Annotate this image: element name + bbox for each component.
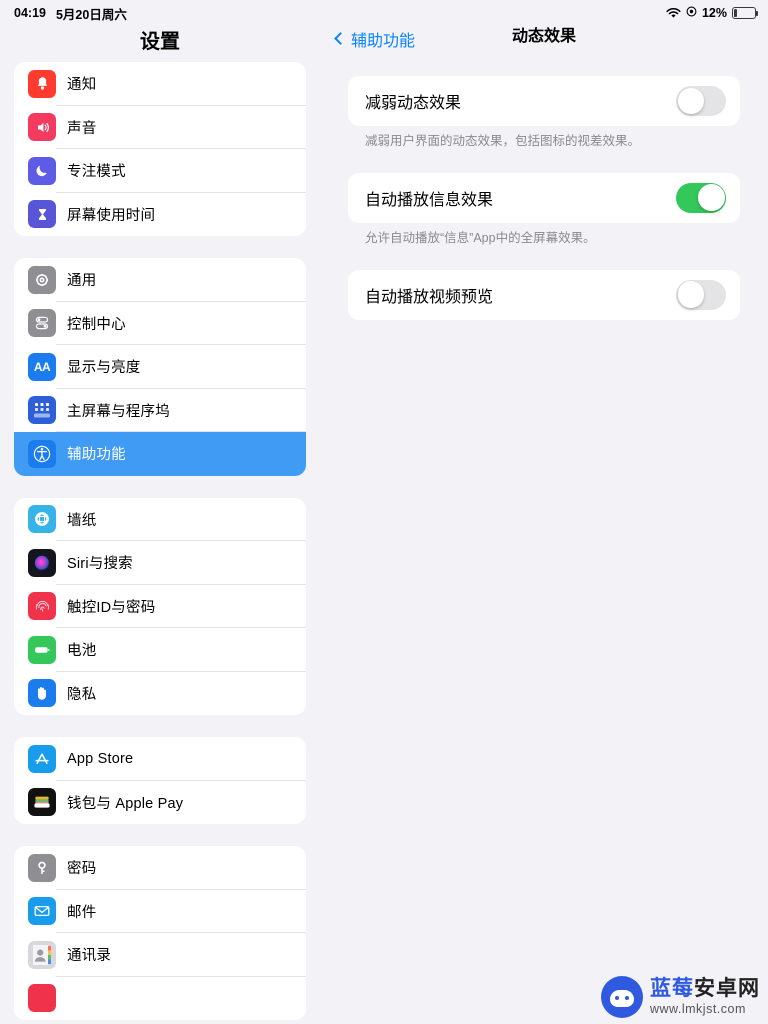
sidebar-group-notifications: 通知 声音 专注模式 屏幕使用时间 (14, 62, 306, 236)
sidebar-item-label: 钱包与 Apple Pay (67, 795, 184, 812)
back-button-label: 辅助功能 (351, 33, 416, 50)
sidebar-header: 设置 (0, 0, 320, 62)
watermark-url: www.lmkjst.com (650, 1002, 746, 1017)
setting-row-auto-play-message-effects[interactable]: 自动播放信息效果 (348, 173, 740, 223)
footnote-reduce-motion: 减弱用户界面的动态效果，包括图标的视差效果。 (365, 134, 641, 148)
sidebar-item-partial[interactable] (14, 977, 306, 1021)
sidebar-item-passwords[interactable]: 密码 (14, 846, 306, 890)
sidebar-item-label: 主屏幕与程序坞 (67, 403, 170, 420)
watermark-text: 蓝莓安卓网 www.lmkjst.com (650, 978, 760, 1016)
watermark: 蓝莓安卓网 www.lmkjst.com (601, 976, 760, 1018)
sidebar-item-label: 触控ID与密码 (67, 599, 156, 616)
sidebar-item-privacy[interactable]: 隐私 (14, 672, 306, 716)
back-button[interactable]: 辅助功能 (334, 27, 416, 51)
sidebar-item-home-screen[interactable]: 主屏幕与程序坞 (14, 389, 306, 433)
sidebar-item-label: 声音 (67, 120, 97, 137)
ipad-settings-screen: 04:19 5月20日周六 12% 设置 通知 声音 专注模式 屏幕使用时间 通… (0, 0, 768, 1024)
mail-envelope-icon (28, 897, 56, 926)
calendar-red-icon (28, 984, 56, 1013)
setting-row-auto-play-video-previews[interactable]: 自动播放视频预览 (348, 270, 740, 320)
toggle-knob (698, 184, 725, 211)
fingerprint-icon (28, 592, 56, 621)
toggle-auto-play-video-previews[interactable] (676, 279, 726, 310)
page-title: 设置 (140, 31, 180, 53)
sidebar-item-siri[interactable]: Siri与搜索 (14, 541, 306, 585)
setting-card-auto-play-message-effects: 自动播放信息效果 (348, 172, 740, 223)
appstore-icon (28, 744, 56, 773)
sidebar-item-appstore[interactable]: App Store (14, 737, 306, 781)
sidebar-item-label: 密码 (67, 861, 97, 878)
battery-green-icon (28, 635, 56, 664)
sidebar-item-notifications[interactable]: 通知 (14, 62, 306, 106)
sidebar-item-label: 邮件 (67, 904, 97, 921)
setting-label: 减弱动态效果 (365, 95, 462, 112)
key-icon (28, 853, 56, 882)
blueberry-robot-logo-icon (601, 976, 643, 1018)
aa-text-icon: AA (28, 352, 56, 381)
sidebar-item-label: 电池 (67, 643, 97, 660)
sidebar-group-accounts: 密码 邮件 通讯录 (14, 846, 306, 1020)
sidebar-item-label: 隐私 (67, 686, 97, 703)
sidebar-item-label: 辅助功能 (67, 447, 126, 464)
sidebar-item-mail[interactable]: 邮件 (14, 890, 306, 934)
sidebar-item-control-center[interactable]: 控制中心 (14, 302, 306, 346)
control-toggles-icon (28, 309, 56, 338)
sidebar-item-wallet[interactable]: 钱包与 Apple Pay (14, 781, 306, 825)
sidebar-item-label: 通讯录 (67, 948, 112, 965)
speaker-icon (28, 113, 56, 142)
sidebar-scroll-area[interactable]: 通知 声音 专注模式 屏幕使用时间 通用 控制中心 AA 显示与亮度 主屏幕与程… (0, 62, 320, 1024)
sidebar-item-wallpaper[interactable]: 墙纸 (14, 498, 306, 542)
sidebar-item-battery[interactable]: 电池 (14, 628, 306, 672)
sidebar-item-label: 控制中心 (67, 316, 126, 333)
setting-card-reduce-motion: 减弱动态效果 (348, 76, 740, 126)
accessibility-icon (28, 439, 56, 468)
sidebar-item-touchid[interactable]: 触控ID与密码 (14, 585, 306, 629)
sidebar-item-label: 通用 (67, 273, 97, 290)
watermark-brand-blue: 蓝莓 (650, 977, 694, 1001)
sidebar-item-focus[interactable]: 专注模式 (14, 149, 306, 193)
sidebar-item-sounds[interactable]: 声音 (14, 106, 306, 150)
home-grid-icon (28, 396, 56, 425)
setting-row-reduce-motion[interactable]: 减弱动态效果 (348, 76, 740, 126)
wallpaper-flower-icon (28, 505, 56, 534)
watermark-brand-dark: 安卓网 (694, 977, 760, 1001)
sidebar-group-store: App Store 钱包与 Apple Pay (14, 737, 306, 824)
detail-body: 减弱动态效果 减弱用户界面的动态效果，包括图标的视差效果。 自动播放信息效果 允… (320, 62, 768, 320)
settings-sidebar: 设置 通知 声音 专注模式 屏幕使用时间 通用 控制中心 AA 显示与亮度 主屏… (0, 0, 320, 1024)
footnote-auto-play-message-effects: 允许自动播放“信息”App中的全屏幕效果。 (365, 230, 596, 245)
toggle-knob (677, 87, 705, 115)
detail-navbar: 辅助功能 动态效果 (320, 0, 768, 62)
toggle-knob (677, 281, 705, 308)
contacts-icon (28, 940, 56, 969)
sidebar-item-label: 墙纸 (67, 512, 97, 529)
sidebar-group-system: 通用 控制中心 AA 显示与亮度 主屏幕与程序坞 辅助功能 (14, 258, 306, 476)
chevron-left-icon (334, 32, 347, 45)
sidebar-item-label: 屏幕使用时间 (67, 207, 156, 224)
setting-label: 自动播放信息效果 (365, 191, 494, 209)
setting-label: 自动播放视频预览 (365, 288, 494, 306)
bell-icon (28, 69, 56, 98)
sidebar-item-label: App Store (67, 750, 134, 767)
setting-card-auto-play-video-previews: 自动播放视频预览 (348, 269, 740, 320)
sidebar-item-label: Siri与搜索 (67, 556, 133, 573)
wallet-icon (28, 788, 56, 817)
gear-icon (28, 265, 56, 294)
sidebar-item-label: 通知 (67, 77, 97, 94)
siri-orb-icon (28, 548, 56, 577)
hourglass-icon (28, 200, 56, 229)
sidebar-item-display[interactable]: AA 显示与亮度 (14, 345, 306, 389)
sidebar-item-contacts[interactable]: 通讯录 (14, 933, 306, 977)
sidebar-item-label: 专注模式 (67, 164, 126, 181)
sidebar-group-personal: 墙纸 Siri与搜索 触控ID与密码 电池 隐私 (14, 497, 306, 716)
toggle-reduce-motion[interactable] (676, 86, 726, 116)
sidebar-item-general[interactable]: 通用 (14, 258, 306, 302)
sidebar-item-screentime[interactable]: 屏幕使用时间 (14, 193, 306, 237)
sidebar-item-accessibility[interactable]: 辅助功能 (14, 432, 306, 476)
moon-icon (28, 156, 56, 185)
detail-pane: 辅助功能 动态效果 减弱动态效果 减弱用户界面的动态效果，包括图标的视差效果。 … (320, 0, 768, 1024)
toggle-auto-play-message-effects[interactable] (676, 182, 726, 213)
hand-privacy-icon (28, 679, 56, 708)
sidebar-item-label: 显示与亮度 (67, 360, 141, 377)
